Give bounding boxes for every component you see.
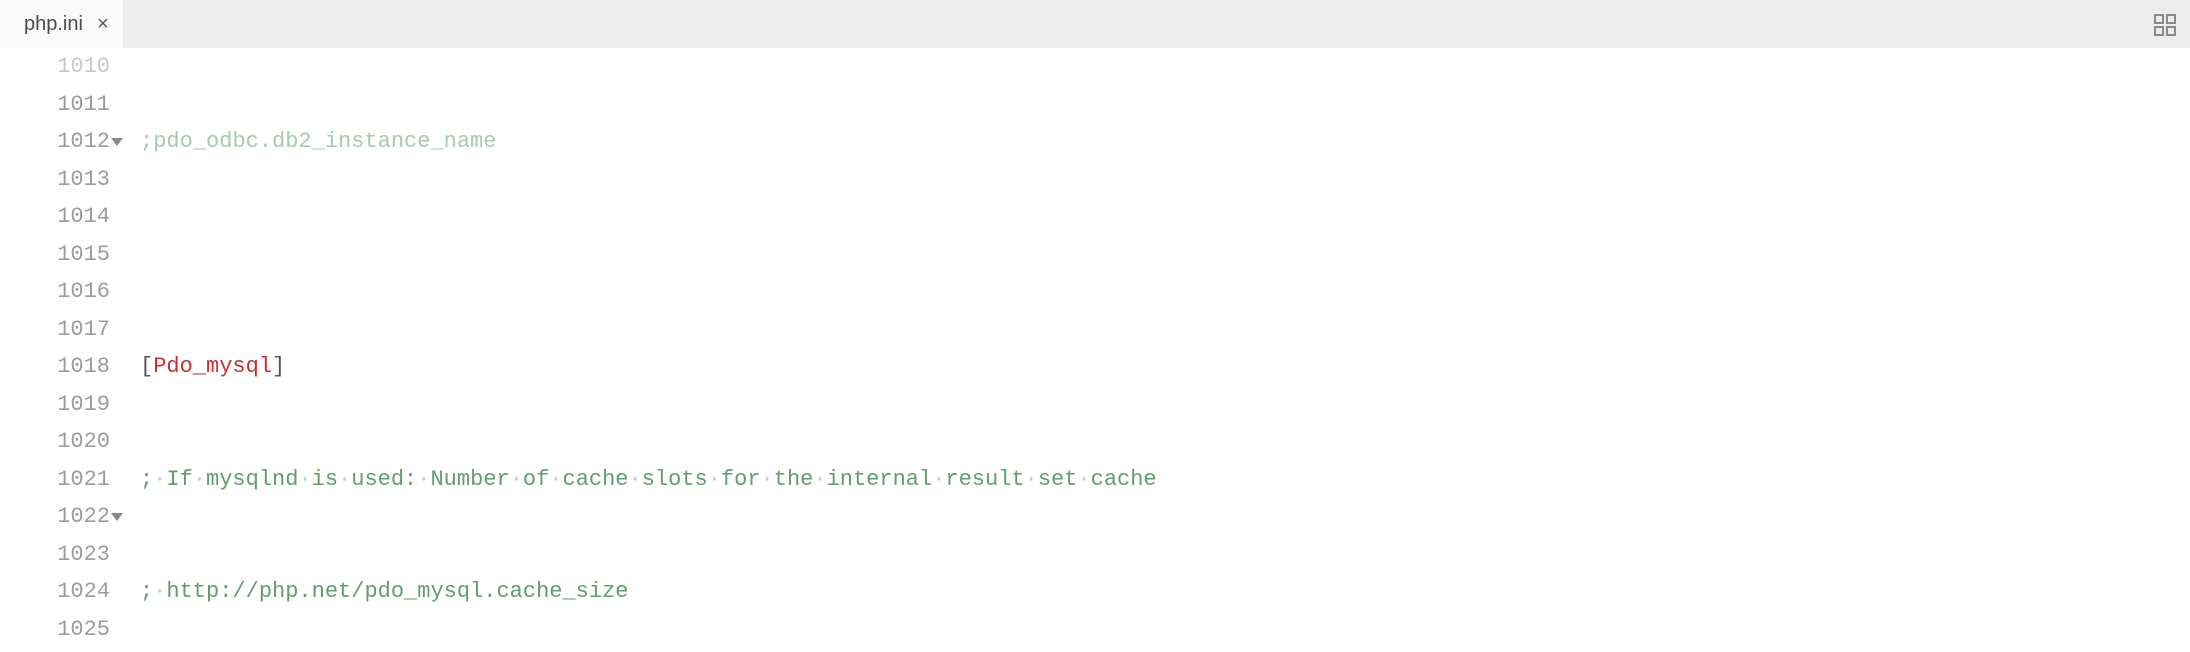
tab-php-ini[interactable]: php.ini × <box>0 0 123 48</box>
line-number: 1023 <box>0 536 110 574</box>
close-icon[interactable]: × <box>97 14 109 34</box>
line-number: 1018 <box>0 348 110 386</box>
line-number: 1013 <box>0 161 110 199</box>
line-number: 1017 <box>0 311 110 349</box>
comment-text: ;·http://php.net/pdo_mysql.cache_size <box>140 579 628 604</box>
comment-text: ;·If·mysqlnd·is·used:·Number·of·cache·sl… <box>140 467 1157 492</box>
line-number: 1015 <box>0 236 110 274</box>
line-number: 1011 <box>0 86 110 124</box>
split-layout-icon[interactable] <box>2154 14 2176 41</box>
code-line <box>140 236 2190 274</box>
comment-text: ;pdo_odbc.db2_instance_name <box>140 129 496 154</box>
line-gutter: 1010 1011 1012 1013 1014 1015 1016 1017 … <box>0 48 122 652</box>
line-number: 1012 <box>0 123 110 161</box>
code-line: ;·http://php.net/pdo_mysql.cache_size <box>140 573 2190 611</box>
line-number: 1019 <box>0 386 110 424</box>
code-line: ;·If·mysqlnd·is·used:·Number·of·cache·sl… <box>140 461 2190 499</box>
line-number: 1024 <box>0 573 110 611</box>
tab-bar: php.ini × <box>0 0 2190 48</box>
code-line: ;pdo_odbc.db2_instance_name <box>140 123 2190 161</box>
line-number: 1010 <box>0 48 110 86</box>
code-line: [Pdo_mysql] <box>140 348 2190 386</box>
line-number: 1020 <box>0 423 110 461</box>
line-number: 1025 <box>0 611 110 649</box>
line-number: 1021 <box>0 461 110 499</box>
section-name: Pdo_mysql <box>153 354 272 379</box>
code-area[interactable]: ;pdo_odbc.db2_instance_name [Pdo_mysql] … <box>122 48 2190 652</box>
code-editor[interactable]: 1010 1011 1012 1013 1014 1015 1016 1017 … <box>0 48 2190 652</box>
tab-label: php.ini <box>24 13 83 36</box>
line-number: 1022 <box>0 498 110 536</box>
line-number: 1016 <box>0 273 110 311</box>
line-number: 1014 <box>0 198 110 236</box>
